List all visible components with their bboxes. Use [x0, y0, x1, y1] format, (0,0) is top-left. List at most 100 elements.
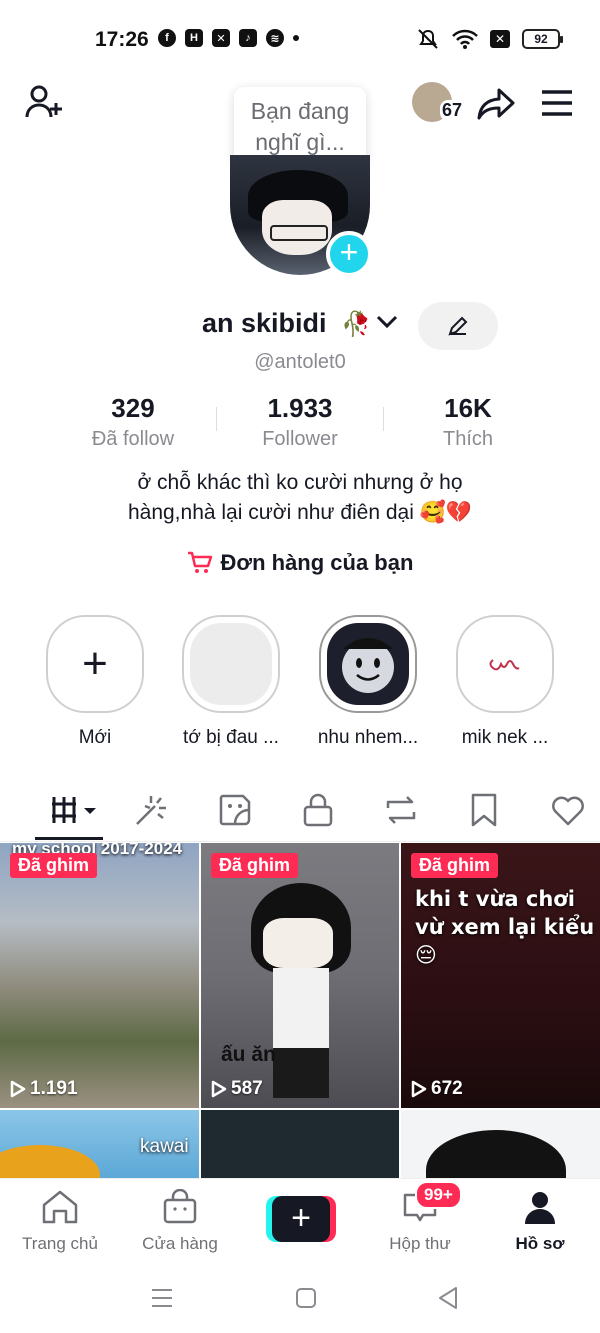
home-icon	[42, 1190, 78, 1224]
highlight-label: tớ bị đau ...	[183, 727, 279, 748]
create-button[interactable]: +	[266, 1196, 336, 1242]
system-navigation	[0, 1263, 600, 1333]
pinned-badge: Đã ghim	[211, 853, 299, 878]
tab-effects[interactable]	[130, 790, 174, 830]
video-thumbnail[interactable]: my school 2017-2024 Đã ghim 1.191	[0, 843, 199, 1108]
back-triangle-icon	[439, 1287, 457, 1309]
menu-lines-icon	[152, 1289, 172, 1307]
status-bar: 17:26 f H ✕ ♪ ≋ ✕ 92	[0, 0, 600, 80]
chevron-down-icon	[376, 315, 398, 329]
stat-divider	[216, 407, 217, 431]
tab-stickers[interactable]	[213, 790, 257, 830]
video-caption: khi t vừa chơi vừ xem lại kiểu 😔	[415, 887, 595, 967]
more-dot-icon	[293, 35, 299, 41]
tiktok-icon: ♪	[239, 29, 257, 47]
highlight-thumb	[327, 623, 409, 705]
scribble-icon	[489, 659, 520, 671]
video-thumbnail[interactable]	[401, 1110, 600, 1178]
video-caption: ấu ăn	[221, 1043, 276, 1066]
status-app-icons: f H ✕ ♪ ≋	[158, 29, 299, 47]
tooltip-line1: Bạn đang	[250, 98, 350, 124]
sim-icon: ✕	[490, 30, 510, 48]
friends-button[interactable]: 67	[412, 82, 466, 124]
heart-icon	[552, 796, 584, 826]
pinned-badge: Đã ghim	[10, 853, 98, 878]
spotify-icon: ≋	[266, 29, 284, 47]
following-count: 329	[111, 393, 155, 423]
followers-count: 1.933	[267, 393, 333, 423]
facebook-icon: f	[158, 29, 176, 47]
video-thumbnail[interactable]: khi t vừa chơi vừ xem lại kiểu 😔 Đã ghim…	[401, 843, 600, 1108]
highlight-new[interactable]: + Mới	[40, 615, 150, 749]
home-system-button[interactable]	[294, 1286, 318, 1315]
bio-line2: hàng,nhà lại cười như điên dại 🥰💔	[127, 501, 473, 524]
highlight-item[interactable]: nhu nhem...	[313, 615, 423, 749]
back-button[interactable]	[436, 1285, 460, 1316]
share-icon	[477, 88, 515, 120]
nav-profile-label: Hồ sơ	[515, 1234, 565, 1253]
video-thumbnail[interactable]: kawai	[0, 1110, 199, 1178]
story-highlights: + Mới tớ bị đau ... nhu nhem... mik nek …	[0, 615, 600, 755]
capcut-icon: ✕	[212, 29, 230, 47]
display-name: an skibidi	[202, 308, 327, 338]
plus-icon: +	[54, 623, 136, 705]
tab-favorites[interactable]	[462, 790, 506, 830]
edit-profile-button[interactable]	[418, 302, 498, 350]
tab-private[interactable]	[296, 790, 340, 830]
highlight-label: nhu nhem...	[317, 727, 419, 748]
shopping-bag-icon	[163, 1188, 197, 1224]
highlight-thumb	[190, 623, 272, 705]
active-tab-indicator	[35, 837, 103, 840]
tab-videos[interactable]	[50, 790, 100, 830]
likes-count: 16K	[444, 393, 492, 423]
video-thumbnail[interactable]	[201, 1110, 399, 1178]
nav-profile[interactable]: Hồ sơ	[490, 1189, 590, 1254]
view-count: 587	[211, 1078, 263, 1100]
profile-bio[interactable]: ở chỗ khác thì ko cười nhưng ở họ hàng,n…	[60, 468, 540, 528]
nav-shop-label: Cửa hàng	[142, 1234, 218, 1253]
account-switch-button[interactable]	[376, 314, 398, 335]
add-story-button[interactable]: +	[326, 231, 372, 277]
stat-divider	[383, 407, 384, 431]
tab-reposts[interactable]	[379, 790, 423, 830]
stat-likes[interactable]: 16K Thích	[388, 393, 548, 451]
inbox-badge: 99+	[415, 1181, 462, 1209]
menu-button[interactable]	[538, 86, 576, 120]
battery-indicator: 92	[522, 29, 563, 49]
pinned-badge: Đã ghim	[411, 853, 499, 878]
app-h-icon: H	[185, 29, 203, 47]
square-icon	[296, 1288, 316, 1308]
friends-count: 67	[440, 100, 465, 121]
highlight-item[interactable]: mik nek ...	[450, 615, 560, 749]
mute-icon	[418, 29, 438, 49]
video-thumbnail[interactable]: ấu ăn Đã ghim 587	[201, 843, 399, 1108]
stat-following[interactable]: 329 Đã follow	[53, 393, 213, 451]
status-tooltip[interactable]: Bạn đang nghĩ gì...	[234, 87, 366, 165]
highlight-item[interactable]: tớ bị đau ...	[176, 615, 286, 749]
play-icon	[411, 1080, 427, 1098]
video-grid: my school 2017-2024 Đã ghim 1.191 ấu ăn …	[0, 843, 600, 1178]
recent-apps-button[interactable]	[150, 1287, 174, 1314]
likes-label: Thích	[442, 428, 494, 450]
nav-shop[interactable]: Cửa hàng	[130, 1188, 230, 1254]
highlight-label: Mới	[78, 727, 112, 748]
play-icon	[10, 1080, 26, 1098]
play-icon	[211, 1080, 227, 1098]
cart-icon	[187, 551, 212, 573]
your-orders-link[interactable]: Đơn hàng của bạn	[0, 550, 600, 576]
magic-wand-icon	[136, 796, 166, 825]
status-time: 17:26	[95, 28, 149, 51]
following-label: Đã follow	[91, 428, 175, 450]
bookmark-icon	[471, 793, 497, 827]
nav-home-label: Trang chủ	[22, 1234, 98, 1253]
username-handle: @antolet0	[254, 351, 346, 373]
tab-liked[interactable]	[546, 790, 590, 830]
highlight-thumb	[464, 623, 546, 705]
stat-followers[interactable]: 1.933 Follower	[220, 393, 380, 451]
bio-line1: ở chỗ khác thì ko cười nhưng ở họ	[137, 471, 463, 494]
pencil-icon	[448, 316, 468, 336]
nav-home[interactable]: Trang chủ	[10, 1189, 110, 1254]
share-profile-button[interactable]	[476, 84, 516, 124]
add-friend-button[interactable]	[22, 82, 66, 122]
profile-stats: 329 Đã follow 1.933 Follower 16K Thích	[0, 393, 600, 453]
